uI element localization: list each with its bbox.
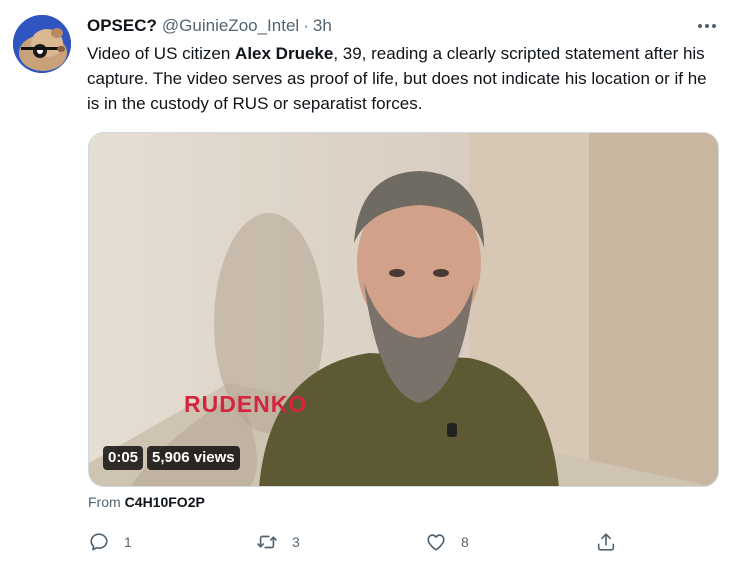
video-frame-image (89, 133, 718, 486)
reply-icon (90, 533, 108, 551)
share-button[interactable] (595, 528, 617, 556)
video-watermark: RUDENKO (184, 391, 308, 417)
like-count: 8 (461, 534, 469, 550)
tweet-text-part1: Video of US citizen (87, 44, 236, 63)
tweet-text-name: Alex Drueke (235, 44, 334, 63)
like-button[interactable]: 8 (425, 528, 469, 556)
share-icon (597, 533, 615, 551)
more-options-button[interactable] (696, 15, 718, 37)
tweet-timestamp[interactable]: 3h (313, 16, 332, 36)
guinea-pig-avatar-image (13, 15, 71, 73)
tweet-card[interactable]: OPSEC? @GuinieZoo_Intel · 3h Video of US… (0, 0, 730, 587)
more-horizontal-icon (698, 24, 716, 28)
retweet-button[interactable]: 3 (256, 528, 300, 556)
video-player[interactable]: RUDENKO 0:05 5,906 views (88, 132, 719, 487)
tweet-actions: 1 3 8 (88, 528, 720, 556)
reply-button[interactable]: 1 (88, 528, 132, 556)
avatar[interactable] (13, 15, 71, 73)
author-name[interactable]: OPSEC? (87, 16, 157, 36)
video-badges: 0:05 5,906 views (103, 446, 240, 470)
source-link[interactable]: C4H10FO2P (125, 494, 205, 510)
video-duration: 0:05 (103, 446, 144, 470)
separator-dot: · (303, 16, 309, 35)
video-view-count: 5,906 views (147, 446, 240, 470)
heart-icon (427, 534, 445, 551)
tweet-header: OPSEC? @GuinieZoo_Intel · 3h (87, 15, 332, 37)
tweet-text: Video of US citizen Alex Drueke, 39, rea… (87, 41, 723, 116)
source-attribution: From C4H10FO2P (88, 494, 205, 510)
author-handle[interactable]: @GuinieZoo_Intel (162, 16, 299, 36)
source-prefix: From (88, 494, 121, 510)
reply-count: 1 (124, 534, 132, 550)
retweet-count: 3 (292, 534, 300, 550)
retweet-icon (257, 535, 277, 549)
